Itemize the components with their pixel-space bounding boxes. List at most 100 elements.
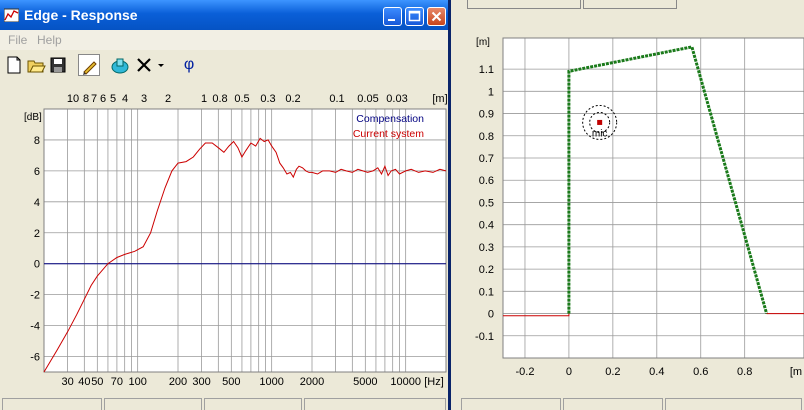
y-tick-label: 2 — [34, 228, 40, 240]
status-pane-4 — [304, 398, 446, 410]
delete-dropdown[interactable] — [155, 54, 167, 76]
x-tick-label: 5000 — [353, 376, 377, 388]
room-status-pane-2 — [563, 398, 663, 410]
room-y-tick-label: 0.1 — [479, 286, 494, 298]
y-tick-label: 8 — [34, 135, 40, 147]
response-plot-area[interactable]: 8 6 4 2 0 -2 -4 -6 [dB] 30 40 50 70 100 200 300 500 1000 2… — [0, 80, 448, 393]
legend-entry: Compensation — [356, 113, 424, 125]
room-y-axis-label: [m] — [476, 37, 490, 48]
status-pane-3 — [204, 398, 302, 410]
room-y-tick-label: 0.4 — [479, 220, 494, 232]
x-tick-label: 10000 — [390, 376, 421, 388]
x-tick-label: 300 — [192, 376, 210, 388]
open-button[interactable] — [26, 54, 46, 76]
y-tick-label: -6 — [30, 352, 40, 364]
room-y-tick-label: 0.5 — [479, 197, 494, 209]
top-axis-tick-label: 10 — [67, 93, 79, 105]
room-y-tick-label: 0.9 — [479, 109, 494, 121]
close-icon — [431, 11, 442, 22]
y-tick-label: 6 — [34, 166, 40, 178]
room-y-tick-label: 0.2 — [479, 264, 494, 276]
title-bar[interactable]: Edge - Response — [0, 0, 448, 30]
status-pane-1 — [2, 398, 102, 410]
top-axis-tick-label: 1 — [201, 93, 207, 105]
room-y-tick-label: 1.1 — [479, 64, 494, 76]
top-axis-tick-label: 0.5 — [234, 93, 249, 105]
close-button[interactable] — [427, 7, 446, 26]
room-y-tick-label: 0.3 — [479, 242, 494, 254]
right-top-controls — [459, 0, 804, 14]
top-axis-tick-label: 0.05 — [357, 93, 378, 105]
new-file-icon — [7, 56, 21, 74]
delete-button[interactable] — [134, 54, 154, 76]
pencil-icon — [83, 61, 97, 75]
toolbar: φ — [0, 52, 448, 78]
room-status-bar — [457, 398, 804, 410]
mic-label: mic — [592, 128, 608, 139]
app-icon[interactable] — [4, 8, 19, 22]
top-axis-tick-label: 2 — [165, 93, 171, 105]
open-folder-icon — [27, 60, 46, 73]
room-y-tick-label: 0.7 — [479, 153, 494, 165]
room-y-tick-label: 0.8 — [479, 131, 494, 143]
top-axis-tick-label: 8 — [83, 93, 89, 105]
x-tick-label: 50 — [91, 376, 103, 388]
room-y-tick-label: 0 — [488, 309, 494, 321]
response-window: Edge - Response File Help φ 8 6 4 2 0 -2… — [0, 0, 451, 410]
window-title: Edge - Response — [24, 7, 138, 23]
x-tick-label: 500 — [222, 376, 240, 388]
room-y-tick-label: 0.6 — [479, 175, 494, 187]
y-tick-label: 0 — [34, 259, 40, 271]
maximize-button[interactable] — [405, 7, 424, 26]
room-x-tick-label: -0.2 — [515, 366, 534, 378]
x-tick-label: 100 — [128, 376, 146, 388]
room-plot-area[interactable]: -0.2 0 0.2 0.4 0.6 0.8 1.1 1 0.9 0.8 0.7 0.6 0.5 0.4 0… — [457, 28, 804, 398]
top-axis-tick-label: 0.03 — [386, 93, 407, 105]
save-icon — [50, 57, 66, 73]
y-axis-label: [dB] — [24, 112, 42, 123]
top-button-1[interactable] — [467, 0, 581, 9]
phase-button[interactable]: φ — [178, 54, 200, 76]
mic-icon — [111, 58, 129, 74]
y-tick-label: 4 — [34, 197, 40, 209]
room-x-tick-label: 0.8 — [737, 366, 752, 378]
top-axis-tick-label: 5 — [110, 93, 116, 105]
top-axis-tick-label: 4 — [122, 93, 128, 105]
room-x-tick-label: 0.6 — [693, 366, 708, 378]
x-tick-label: 70 — [111, 376, 123, 388]
plot-background — [44, 109, 446, 372]
draw-button[interactable] — [78, 54, 100, 76]
status-pane-2 — [104, 398, 202, 410]
y-tick-label: -2 — [30, 290, 40, 302]
phase-icon: φ — [183, 56, 195, 73]
top-button-2[interactable] — [583, 0, 677, 9]
minimize-icon — [388, 19, 395, 21]
dropdown-arrow-icon — [158, 64, 164, 67]
menu-bar: File Help — [0, 30, 448, 50]
room-y-tick-label: -0.1 — [475, 331, 494, 343]
room-x-tick-label: 0.4 — [649, 366, 664, 378]
microphone-button[interactable] — [110, 54, 130, 76]
new-button[interactable] — [4, 54, 24, 76]
room-x-axis-label: [m — [790, 366, 802, 378]
x-tick-label: 30 — [61, 376, 73, 388]
top-axis-tick-label: 0.2 — [285, 93, 300, 105]
status-bar — [0, 398, 448, 410]
top-axis-tick-label: 7 — [91, 93, 97, 105]
response-chart[interactable]: 86420-2-4-6[dB]30 40 50 70 100 200 300 500 1000 2… — [0, 80, 448, 393]
x-tick-label: 2000 — [300, 376, 324, 388]
x-axis-label: [Hz] — [424, 376, 444, 388]
save-button[interactable] — [48, 54, 68, 76]
top-axis-tick-label: 6 — [100, 93, 106, 105]
menu-help[interactable]: Help — [37, 33, 62, 47]
y-tick-label: -4 — [30, 321, 40, 333]
room-chart[interactable]: -0.2 0 0.2 0.4 0.6 0.8 1.1 1 0.9 0.8 0.7 0.6 0.5 0.4 0… — [457, 28, 804, 398]
top-axis-tick-label: 3 — [141, 93, 147, 105]
menu-file[interactable]: File — [8, 33, 27, 47]
top-axis-tick-label: 0.1 — [329, 93, 344, 105]
maximize-icon — [408, 10, 421, 22]
mic-position-marker — [597, 119, 603, 125]
room-plot-background — [503, 38, 804, 358]
x-tick-label: 40 — [78, 376, 90, 388]
minimize-button[interactable] — [383, 7, 402, 26]
